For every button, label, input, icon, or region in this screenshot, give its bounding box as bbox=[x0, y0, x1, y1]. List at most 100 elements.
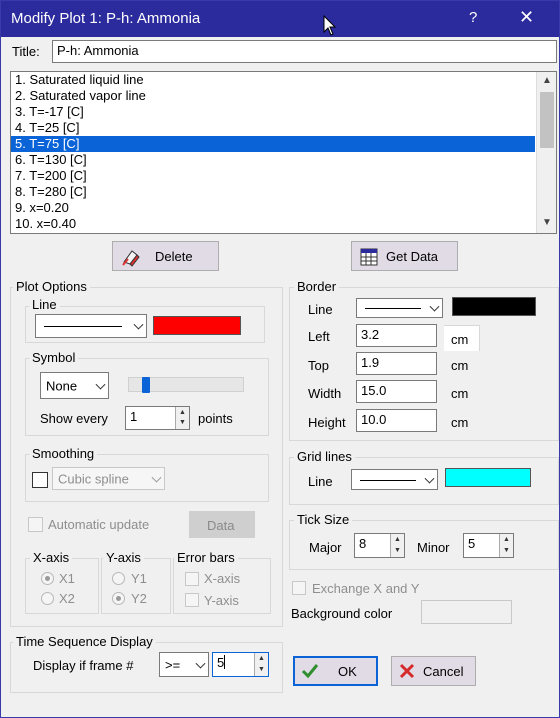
title-label: Title: bbox=[12, 44, 40, 59]
x1-label: X1 bbox=[59, 571, 75, 586]
error-bars-x-checkbox[interactable] bbox=[185, 572, 199, 586]
border-left-unit: cm bbox=[451, 332, 469, 347]
stepper-arrows[interactable]: ▲ ▼ bbox=[390, 534, 404, 557]
text-cursor bbox=[224, 655, 226, 669]
tick-size-legend: Tick Size bbox=[294, 512, 353, 527]
up-arrow-icon[interactable]: ▲ bbox=[258, 655, 265, 662]
tick-major-stepper[interactable]: 8 ▲ ▼ bbox=[354, 533, 405, 558]
smoothing-dropdown[interactable]: Cubic spline bbox=[52, 467, 165, 490]
show-every-stepper[interactable]: 1 ▲ ▼ bbox=[125, 406, 190, 430]
get-data-button[interactable]: Get Data bbox=[351, 241, 458, 271]
x-icon bbox=[399, 663, 415, 679]
x1-radio[interactable] bbox=[41, 572, 54, 585]
cancel-button[interactable]: Cancel bbox=[391, 656, 476, 686]
y2-radio[interactable] bbox=[112, 592, 125, 605]
eraser-icon bbox=[122, 250, 140, 267]
display-if-frame-label: Display if frame # bbox=[33, 658, 134, 673]
list-item[interactable]: 5. T=75 [C] bbox=[11, 136, 535, 152]
border-legend: Border bbox=[294, 279, 340, 294]
list-item[interactable]: 7. T=200 [C] bbox=[11, 168, 535, 184]
scroll-down-arrow-icon[interactable]: ▼ bbox=[542, 217, 552, 228]
list-item[interactable]: 2. Saturated vapor line bbox=[11, 88, 535, 104]
plot-list[interactable]: 1. Saturated liquid line 2. Saturated vap… bbox=[10, 71, 557, 234]
smoothing-checkbox[interactable] bbox=[32, 472, 48, 488]
window-title: Modify Plot 1: P-h: Ammonia bbox=[11, 10, 201, 27]
down-arrow-icon[interactable]: ▼ bbox=[179, 419, 186, 426]
x-axis-legend: X-axis bbox=[30, 550, 73, 565]
background-color-label: Background color bbox=[291, 606, 393, 621]
border-top-input[interactable]: 1.9 bbox=[356, 352, 437, 375]
ok-button-label: OK bbox=[338, 664, 357, 679]
automatic-update-checkbox[interactable] bbox=[28, 517, 43, 532]
up-arrow-icon[interactable]: ▲ bbox=[179, 409, 186, 416]
frame-operator-dropdown[interactable]: >= bbox=[159, 652, 209, 677]
border-height-label: Height bbox=[308, 415, 346, 430]
down-arrow-icon[interactable]: ▼ bbox=[503, 547, 510, 554]
stepper-arrows[interactable]: ▲ ▼ bbox=[175, 407, 189, 429]
symbol-dropdown[interactable]: None bbox=[40, 372, 109, 399]
frame-number-value: 5 bbox=[217, 655, 225, 670]
border-width-input[interactable]: 15.0 bbox=[356, 380, 437, 403]
chevron-down-icon bbox=[429, 301, 440, 312]
border-width-unit: cm bbox=[451, 386, 469, 401]
modify-plot-dialog: Modify Plot 1: P-h: Ammonia ? ✕ Title: P… bbox=[0, 0, 560, 718]
grid-lines-legend: Grid lines bbox=[294, 449, 355, 464]
grid-line-color-swatch[interactable] bbox=[445, 468, 531, 487]
background-color-swatch[interactable] bbox=[421, 600, 512, 624]
list-item[interactable]: 9. x=0.20 bbox=[11, 200, 535, 216]
data-button[interactable]: Data bbox=[189, 511, 255, 538]
x2-label: X2 bbox=[59, 591, 75, 606]
line-style-dropdown[interactable] bbox=[35, 314, 147, 338]
down-arrow-icon[interactable]: ▼ bbox=[258, 666, 265, 673]
cancel-button-label: Cancel bbox=[423, 664, 464, 679]
up-arrow-icon[interactable]: ▲ bbox=[394, 536, 401, 543]
help-button[interactable]: ? bbox=[469, 9, 477, 26]
x2-radio[interactable] bbox=[41, 592, 54, 605]
grid-line-dropdown[interactable] bbox=[351, 469, 438, 490]
y2-label: Y2 bbox=[131, 591, 147, 606]
chevron-down-icon bbox=[95, 379, 106, 390]
list-item[interactable]: 10. x=0.40 bbox=[11, 216, 535, 232]
border-left-label: Left bbox=[308, 329, 330, 344]
list-item[interactable]: 8. T=280 [C] bbox=[11, 184, 535, 200]
close-button[interactable]: ✕ bbox=[519, 7, 534, 28]
border-height-unit: cm bbox=[451, 415, 469, 430]
tick-minor-label: Minor bbox=[417, 540, 450, 555]
ok-button[interactable]: OK bbox=[293, 656, 378, 686]
border-line-dropdown[interactable] bbox=[356, 298, 443, 318]
frame-number-stepper[interactable]: 5 ▲ ▼ bbox=[212, 652, 269, 677]
scroll-thumb[interactable] bbox=[540, 92, 554, 148]
down-arrow-icon[interactable]: ▼ bbox=[394, 547, 401, 554]
smoothing-legend: Smoothing bbox=[29, 446, 98, 461]
border-left-input[interactable]: 3.2 bbox=[356, 324, 437, 347]
symbol-size-slider[interactable] bbox=[128, 377, 244, 393]
title-input[interactable]: P-h: Ammonia bbox=[52, 40, 557, 63]
stepper-arrows[interactable]: ▲ ▼ bbox=[499, 534, 513, 557]
border-height-input[interactable]: 10.0 bbox=[356, 409, 437, 432]
slider-handle[interactable] bbox=[142, 377, 150, 393]
chevron-down-icon bbox=[133, 319, 144, 330]
get-data-button-label: Get Data bbox=[386, 249, 439, 264]
chevron-down-icon bbox=[151, 472, 162, 483]
tick-minor-stepper[interactable]: 5 ▲ ▼ bbox=[463, 533, 514, 558]
checkmark-icon bbox=[301, 664, 319, 679]
list-item[interactable]: 1. Saturated liquid line bbox=[11, 72, 535, 88]
list-item[interactable]: 3. T=-17 [C] bbox=[11, 104, 535, 120]
up-arrow-icon[interactable]: ▲ bbox=[503, 536, 510, 543]
delete-button[interactable]: Delete bbox=[112, 241, 219, 271]
line-color-swatch[interactable] bbox=[153, 316, 241, 335]
delete-button-label: Delete bbox=[155, 249, 193, 264]
points-label: points bbox=[198, 411, 233, 426]
list-item[interactable]: 4. T=25 [C] bbox=[11, 120, 535, 136]
list-item[interactable]: 6. T=130 [C] bbox=[11, 152, 535, 168]
y1-radio[interactable] bbox=[112, 572, 125, 585]
scroll-up-arrow-icon[interactable]: ▲ bbox=[542, 75, 552, 86]
exchange-xy-checkbox[interactable] bbox=[292, 581, 306, 595]
error-bars-y-checkbox[interactable] bbox=[185, 593, 199, 607]
chevron-down-icon bbox=[424, 473, 435, 484]
stepper-arrows[interactable]: ▲ ▼ bbox=[254, 653, 268, 676]
grid-line-label: Line bbox=[308, 474, 333, 489]
list-scrollbar[interactable]: ▲ ▼ bbox=[536, 72, 556, 233]
show-every-label: Show every bbox=[40, 411, 108, 426]
border-color-swatch[interactable] bbox=[452, 297, 536, 316]
